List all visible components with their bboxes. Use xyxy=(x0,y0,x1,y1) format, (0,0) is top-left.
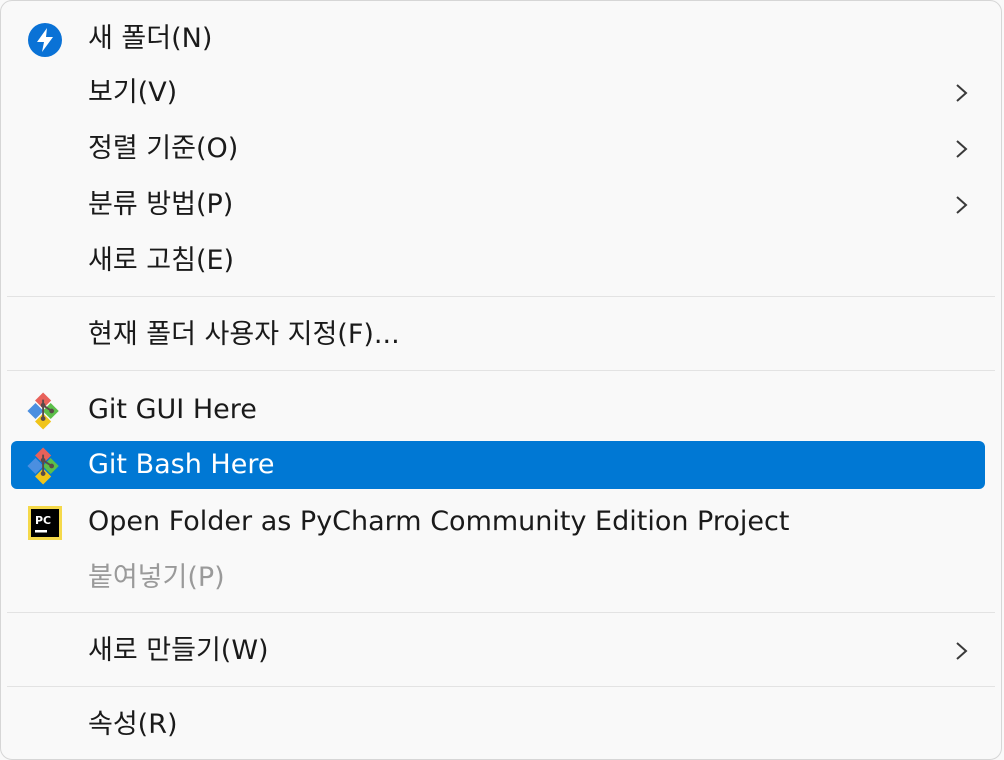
git-icon xyxy=(26,392,64,430)
pycharm-icon: PC xyxy=(26,504,64,542)
chevron-right-icon xyxy=(956,84,968,102)
menu-item-label: 붙여넣기(P) xyxy=(88,562,225,593)
menu-separator xyxy=(7,612,995,613)
menu-item-label: 분류 방법(P) xyxy=(88,189,234,220)
context-menu: 새 폴더(N) 보기(V) 정렬 기준(O) 분류 방법(P) 새로 고침(E)… xyxy=(0,0,1002,760)
bolt-icon xyxy=(26,21,64,59)
menu-item-git-bash[interactable]: Git Bash Here xyxy=(11,441,985,489)
chevron-right-icon xyxy=(956,140,968,158)
chevron-right-icon xyxy=(956,642,968,660)
git-icon xyxy=(26,447,64,485)
menu-item-label: 새로 만들기(W) xyxy=(88,635,269,666)
menu-item-label: 새로 고침(E) xyxy=(88,245,235,276)
menu-item-view[interactable]: 보기(V) xyxy=(11,69,985,117)
menu-separator xyxy=(7,686,995,687)
menu-item-group-by[interactable]: 분류 방법(P) xyxy=(11,181,985,229)
menu-item-new-folder[interactable]: 새 폴더(N) xyxy=(11,15,985,63)
menu-item-refresh[interactable]: 새로 고침(E) xyxy=(11,237,985,285)
menu-item-properties[interactable]: 속성(R) xyxy=(11,701,985,749)
menu-item-label: 정렬 기준(O) xyxy=(88,133,239,164)
menu-separator xyxy=(7,370,995,371)
menu-item-git-gui[interactable]: Git GUI Here xyxy=(11,386,985,434)
pycharm-icon-text: PC xyxy=(35,514,51,527)
menu-item-new[interactable]: 새로 만들기(W) xyxy=(11,627,985,675)
menu-item-label: Git GUI Here xyxy=(88,394,257,425)
menu-item-label: Git Bash Here xyxy=(88,449,275,480)
menu-item-pycharm-project[interactable]: PC Open Folder as PyCharm Community Edit… xyxy=(11,498,985,546)
chevron-right-icon xyxy=(956,196,968,214)
menu-item-label: 새 폴더(N) xyxy=(88,23,213,54)
menu-item-label: 보기(V) xyxy=(88,77,178,108)
menu-item-label: Open Folder as PyCharm Community Edition… xyxy=(88,506,790,537)
menu-item-customize-folder[interactable]: 현재 폴더 사용자 지정(F)... xyxy=(11,311,985,359)
menu-separator xyxy=(7,296,995,297)
menu-item-sort-by[interactable]: 정렬 기준(O) xyxy=(11,125,985,173)
menu-item-paste: 붙여넣기(P) xyxy=(11,554,985,602)
menu-item-label: 속성(R) xyxy=(88,709,178,740)
menu-item-label: 현재 폴더 사용자 지정(F)... xyxy=(88,319,400,350)
